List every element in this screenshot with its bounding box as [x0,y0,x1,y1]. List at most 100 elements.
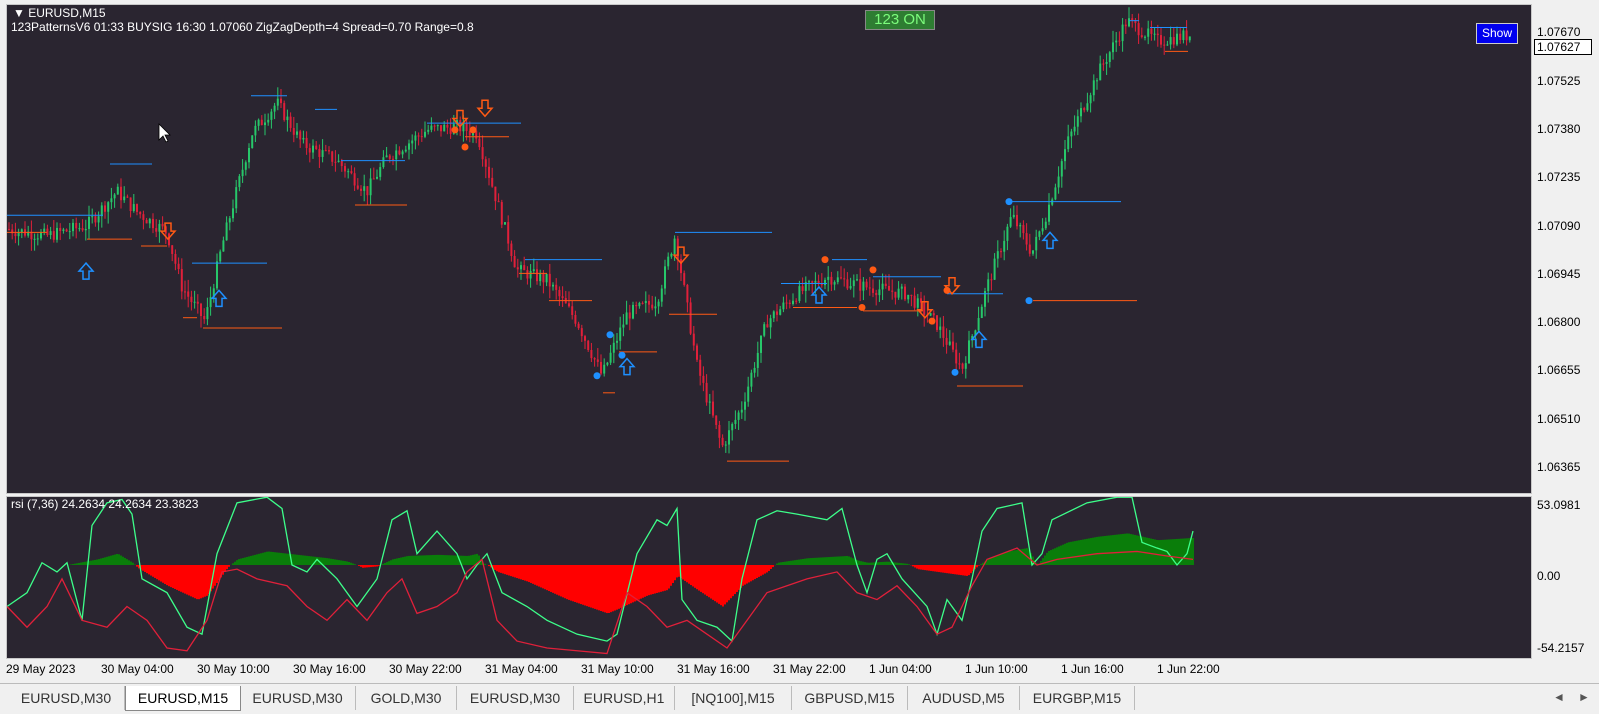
tab-nq100-m15[interactable]: [NQ100],M15 [675,686,792,710]
symbol-title[interactable]: ▼ EURUSD,M15 [13,6,106,20]
candle-body [571,306,573,315]
histogram-positive-bar [1182,539,1184,565]
histogram-positive-bar [864,562,866,565]
histogram-positive-bar [1144,537,1146,565]
candle-body [136,204,138,212]
price-chart-pane[interactable]: ▼ EURUSD,M15 123PatternsV6 01:33 BUYSIG … [6,4,1532,494]
candle-body [424,132,426,137]
candle-body [101,205,103,216]
tabs-right-arrow-icon[interactable]: ► [1578,690,1590,704]
candle-body [325,150,327,151]
histogram-positive-bar [882,562,884,565]
histogram-positive-bar [806,558,808,565]
histogram-positive-bar [816,558,818,565]
histogram-positive-bar [1122,534,1124,565]
candle-body [501,202,503,225]
candle-body [43,229,45,233]
histogram-positive-bar [1116,535,1118,565]
candle-body [830,277,832,285]
candle-body [427,130,429,132]
candle-body [626,312,628,324]
histogram-positive-bar [1146,538,1148,565]
rsi-histogram-plot [7,497,1531,658]
candle-body [875,293,877,295]
histogram-positive-bar [386,562,388,565]
histogram-positive-bar [992,557,994,565]
tab-eurusd-m30[interactable]: EURUSD,M30 [8,686,125,710]
histogram-positive-bar [1102,536,1104,565]
tab-eurusd-m30[interactable]: EURUSD,M30 [240,686,356,710]
price-tick: 1.06365 [1537,460,1580,474]
histogram-positive-bar [1004,553,1006,565]
candle-body [139,212,141,214]
histogram-positive-bar [300,555,302,565]
candle-body [110,198,112,202]
histogram-positive-bar [818,558,820,565]
candle-body [546,274,548,282]
candle-body [1038,231,1040,236]
candle-body [792,301,794,304]
candle-body [568,303,570,306]
histogram-positive-bar [112,555,114,565]
histogram-negative-bar [764,565,766,574]
histogram-negative-bar [944,565,946,573]
candle-body [245,162,247,169]
candle-body [229,218,231,222]
histogram-positive-bar [400,558,402,565]
sell-dot-marker [870,266,877,273]
histogram-positive-bar [830,557,832,565]
candle-body [882,284,884,290]
histogram-positive-bar [344,561,346,565]
time-tick: 30 May 04:00 [101,662,174,676]
indicator-pane[interactable]: rsi (7,36) 24.2634 24.2634 23.3823 [6,496,1532,659]
status-badge: 123 ON [865,10,935,30]
candle-body [690,302,692,333]
histogram-negative-bar [616,565,618,610]
candle-body [654,306,656,308]
tab-audusd-m5[interactable]: AUDUSD,M5 [908,686,1020,710]
histogram-negative-bar [956,565,958,575]
candle-body [309,148,311,152]
tab-eurusd-h1[interactable]: EURUSD,H1 [574,686,675,710]
histogram-positive-bar [234,562,236,565]
histogram-negative-bar [688,565,690,584]
histogram-negative-bar [976,565,978,567]
histogram-positive-bar [1052,549,1054,565]
histogram-negative-bar [530,565,532,583]
histogram-positive-bar [244,558,246,565]
candle-body [1054,187,1056,199]
tabs-left-arrow-icon[interactable]: ◄ [1553,690,1565,704]
histogram-positive-bar [1014,550,1016,565]
histogram-negative-bar [498,565,500,572]
histogram-negative-bar [912,565,914,566]
tab-eurusd-m30[interactable]: EURUSD,M30 [457,686,574,710]
candle-body [302,138,304,140]
candle-body [280,99,282,103]
histogram-positive-bar [776,564,778,565]
collapse-triangle-icon[interactable]: ▼ [13,6,28,20]
tab-eurusd-m15[interactable]: EURUSD,M15 [125,686,241,711]
histogram-positive-bar [324,558,326,565]
candle-body [763,324,765,336]
candle-body [603,365,605,374]
buy-arrow-icon [812,287,826,303]
candle-body [978,318,980,330]
candle-body [283,103,285,120]
histogram-positive-bar [406,556,408,565]
show-button[interactable]: Show [1476,23,1518,44]
candle-body [1102,64,1104,65]
tab-eurgbp-m15[interactable]: EURGBP,M15 [1020,686,1135,710]
candle-body [747,387,749,402]
tab-gold-m30[interactable]: GOLD,M30 [356,686,457,710]
histogram-negative-bar [654,565,656,593]
histogram-positive-bar [808,558,810,565]
histogram-positive-bar [1074,541,1076,565]
histogram-positive-bar [264,552,266,565]
candle-body [75,223,77,228]
histogram-positive-bar [96,560,98,565]
histogram-positive-bar [822,557,824,565]
tab-gbpusd-m15[interactable]: GBPUSD,M15 [792,686,908,710]
histogram-positive-bar [1064,544,1066,565]
histogram-positive-bar [908,564,910,565]
histogram-negative-bar [610,565,612,612]
